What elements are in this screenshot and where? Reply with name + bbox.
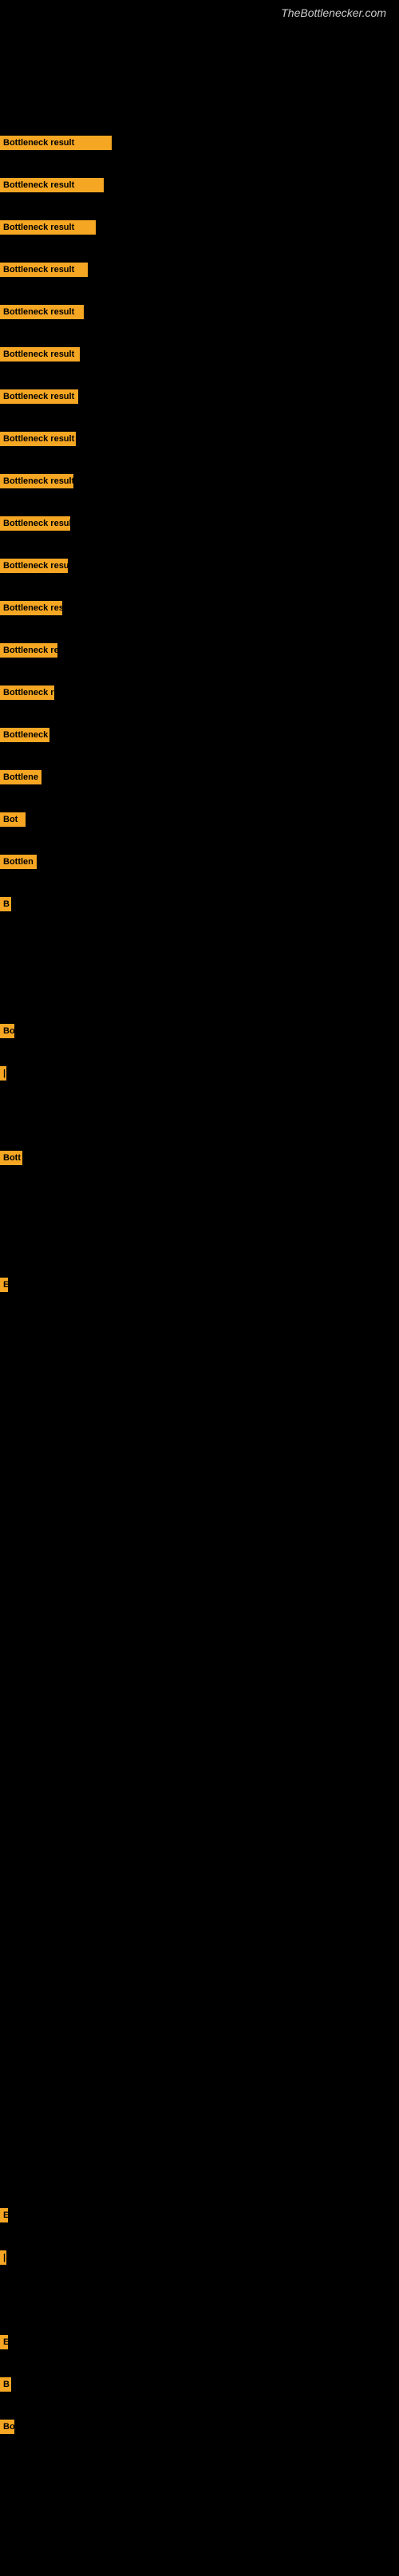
bottleneck-bar: Bot (0, 812, 26, 827)
bottleneck-label: Bottleneck result (0, 516, 70, 531)
bottleneck-label: Bottleneck result (0, 136, 112, 150)
bottleneck-label: | (0, 1066, 6, 1081)
bottleneck-label: Bottleneck result (0, 305, 84, 319)
bottleneck-bar: E (0, 1278, 8, 1292)
bottleneck-label: Bottleneck result (0, 432, 76, 446)
bottleneck-label: Bottleneck res (0, 601, 62, 615)
bottleneck-label: Bottleneck result (0, 389, 78, 404)
bottleneck-label: Bottleneck result (0, 220, 96, 235)
bottleneck-label: E (0, 1278, 8, 1292)
bottleneck-label: E (0, 2335, 8, 2349)
bottleneck-label: B (0, 897, 11, 911)
bottleneck-bar: Bottlen (0, 855, 37, 869)
bottleneck-bar: B (0, 897, 11, 911)
bottleneck-label: Bo (0, 2420, 14, 2434)
bottleneck-label: Bottleneck r (0, 728, 49, 742)
bottleneck-bar: Bottleneck result (0, 389, 78, 404)
bottleneck-label: Bot (0, 812, 26, 827)
bottleneck-bar: Bottleneck r (0, 728, 49, 742)
bottleneck-label: | (0, 2250, 6, 2265)
bottleneck-bar: Bottleneck result (0, 220, 96, 235)
bottleneck-bar: Bottlene (0, 770, 41, 784)
site-title: TheBottlenecker.com (0, 0, 399, 22)
bottleneck-label: Bottleneck re (0, 685, 54, 700)
bottleneck-bar: E (0, 2335, 8, 2349)
bottleneck-label: Bottleneck result (0, 474, 73, 488)
bottleneck-bar: Bottleneck result (0, 432, 76, 446)
bottleneck-bar: | (0, 2250, 6, 2265)
bottleneck-label: Bottlene (0, 770, 41, 784)
bottleneck-label: B (0, 2377, 11, 2392)
bottleneck-bar: Bottleneck result (0, 559, 68, 573)
bottleneck-bar: Bo (0, 1024, 14, 1038)
bottleneck-bar: Bottleneck result (0, 305, 84, 319)
bottleneck-bar: Bottleneck result (0, 474, 73, 488)
bottleneck-bar: Bottleneck res (0, 601, 62, 615)
bottleneck-bar: Bottleneck re (0, 685, 54, 700)
bottleneck-bar: Bott (0, 1151, 22, 1165)
bars-container: Bottleneck result Bottleneck result Bottle… (0, 22, 399, 2576)
bottleneck-label: Bottlen (0, 855, 37, 869)
bottleneck-bar: B (0, 2377, 11, 2392)
bottleneck-bar: Bottleneck re (0, 643, 57, 658)
bottleneck-bar: Bottleneck result (0, 347, 80, 362)
bottleneck-label: E (0, 2208, 8, 2222)
bottleneck-label: Bott (0, 1151, 22, 1165)
bottleneck-bar: Bottleneck result (0, 136, 112, 150)
bottleneck-label: Bottleneck result (0, 559, 68, 573)
bottleneck-label: Bo (0, 1024, 14, 1038)
bottleneck-label: Bottleneck result (0, 263, 88, 277)
bottleneck-bar: Bottleneck result (0, 263, 88, 277)
bottleneck-label: Bottleneck result (0, 347, 80, 362)
bottleneck-bar: Bottleneck result (0, 178, 104, 192)
bottleneck-bar: E (0, 2208, 8, 2222)
bottleneck-label: Bottleneck result (0, 178, 104, 192)
bottleneck-bar: | (0, 1066, 6, 1081)
bottleneck-label: Bottleneck re (0, 643, 57, 658)
bottleneck-bar: Bo (0, 2420, 14, 2434)
bottleneck-bar: Bottleneck result (0, 516, 70, 531)
